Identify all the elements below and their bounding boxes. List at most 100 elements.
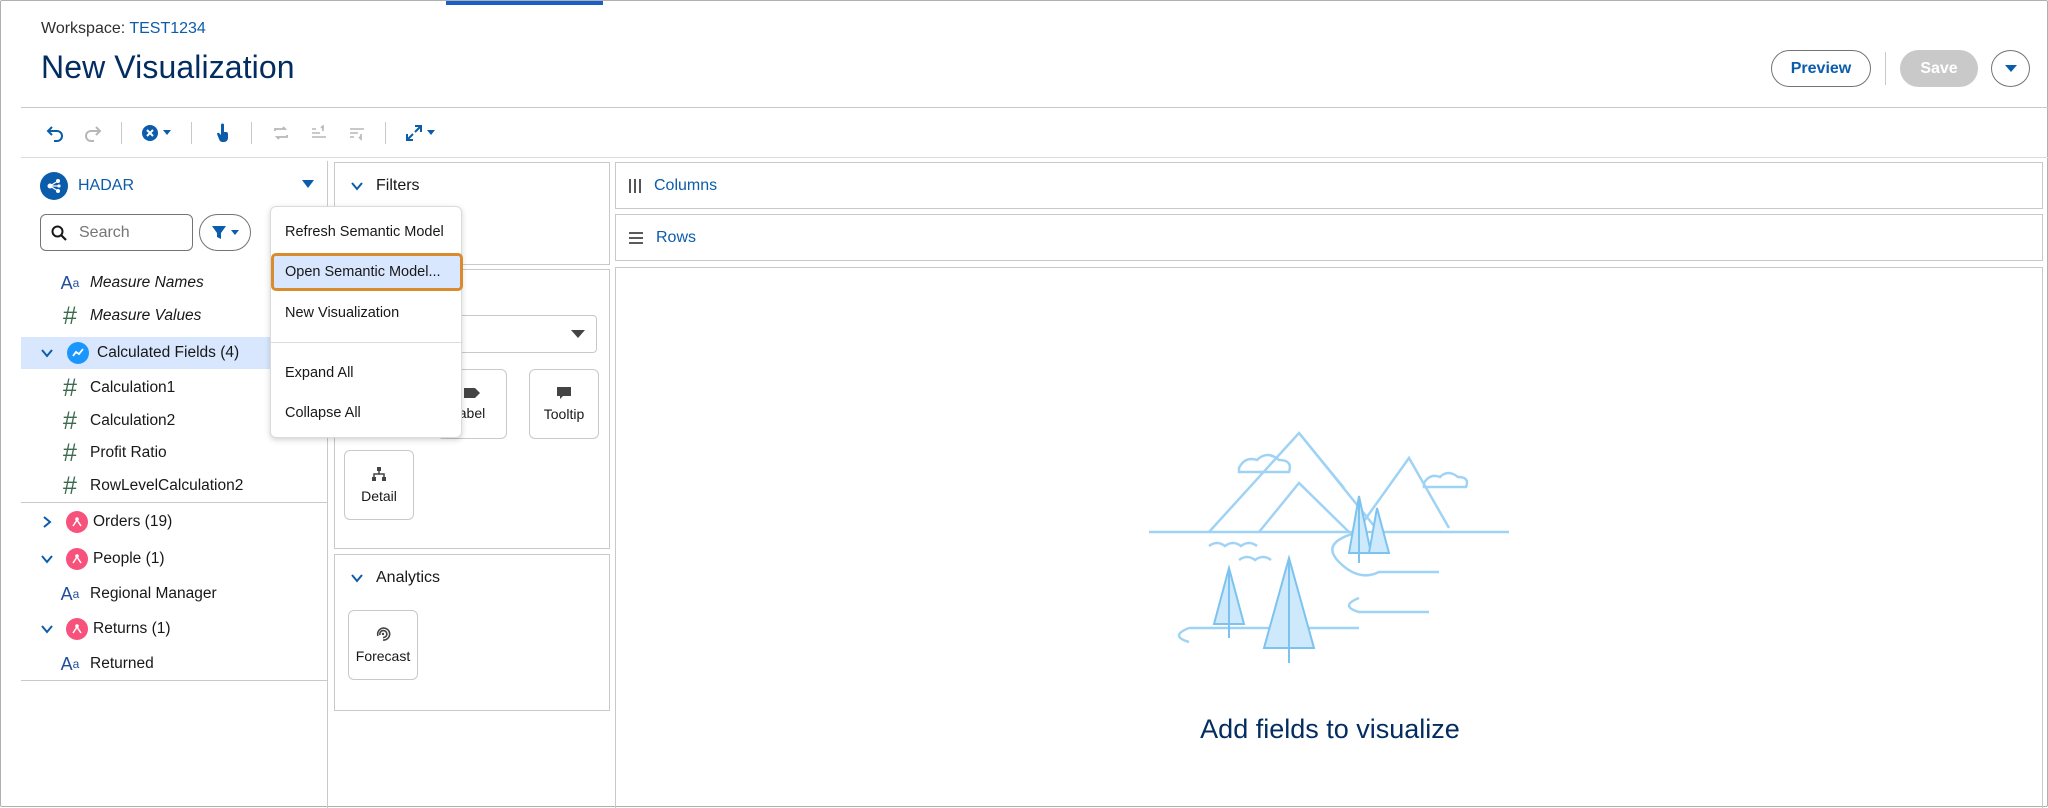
filters-title: Filters [376, 177, 420, 194]
active-tab-indicator [446, 1, 603, 5]
number-field-icon: # [63, 406, 77, 435]
redo-button[interactable] [81, 120, 105, 146]
field-label: Regional Manager [90, 585, 217, 602]
datasource-name: HADAR [78, 177, 135, 194]
number-field-icon: # [63, 301, 77, 330]
rows-shelf[interactable]: Rows [615, 214, 2043, 261]
sort-ascending-icon [312, 125, 326, 138]
chevron-down-icon [351, 182, 363, 191]
text-field-icon: Aa [60, 654, 80, 674]
menu-item-collapse-all[interactable]: Collapse All [271, 396, 463, 430]
toolbar-separator [251, 122, 252, 144]
toolbar-separator [121, 122, 122, 144]
group-returns[interactable]: Returns (1) [21, 614, 328, 644]
menu-item-expand-all[interactable]: Expand All [271, 356, 463, 390]
undo-icon [46, 126, 63, 142]
forecast-button[interactable]: Forecast [348, 610, 418, 680]
header-menu-button[interactable] [1991, 50, 2030, 87]
header-rule [21, 107, 2048, 108]
undo-button[interactable] [43, 120, 67, 146]
header-divider [1885, 52, 1886, 85]
filters-header[interactable]: Filters [350, 177, 420, 195]
fit-menu-button[interactable] [403, 120, 437, 146]
number-field-icon: # [63, 373, 77, 402]
caret-down-icon [427, 130, 435, 135]
search-input[interactable] [79, 223, 189, 242]
columns-shelf[interactable]: Columns [615, 162, 2043, 209]
semantic-model-icon [40, 172, 68, 200]
field-label: Returned [90, 655, 154, 672]
app-window: Workspace: TEST1234 New Visualization Pr… [0, 0, 2048, 808]
field-filter-button[interactable] [199, 214, 251, 251]
group-orders[interactable]: Orders (19) [21, 507, 328, 537]
workspace-link[interactable]: TEST1234 [129, 20, 205, 37]
toolbar-separator [191, 122, 192, 144]
rows-icon [629, 231, 643, 244]
group-label: Returns (1) [93, 620, 171, 637]
sort-descending-button[interactable] [345, 120, 369, 146]
forecast-icon [376, 627, 391, 641]
toolbar [21, 114, 2048, 152]
tooltip-icon [557, 387, 571, 399]
caret-down-icon[interactable] [302, 180, 314, 189]
group-divider [21, 680, 328, 681]
toolbar-rule [21, 157, 2048, 158]
page-title: New Visualization [41, 49, 295, 85]
chevron-down-icon [41, 625, 53, 634]
mark-detail-button[interactable]: Detail [344, 450, 414, 520]
number-field-icon: # [63, 471, 77, 500]
chevron-down-icon [351, 574, 363, 583]
chevron-right-icon [43, 516, 52, 528]
group-label: People (1) [93, 550, 165, 567]
analytics-header[interactable]: Analytics [350, 569, 440, 587]
calculated-field-icon [67, 342, 89, 364]
mark-button-label: Tooltip [543, 406, 585, 422]
field-rowlevelcalculation2[interactable]: # RowLevelCalculation2 [21, 471, 328, 501]
group-label: Orders (19) [93, 513, 173, 530]
field-label: Calculation1 [90, 379, 176, 396]
forecast-label: Forecast [355, 648, 411, 664]
pointer-hand-icon [217, 123, 228, 143]
group-people[interactable]: People (1) [21, 544, 328, 574]
empty-state-message: Add fields to visualize [1200, 714, 1460, 744]
sort-ascending-button[interactable] [307, 120, 331, 146]
field-label: Calculation2 [90, 412, 176, 429]
field-search [40, 214, 193, 251]
caret-down-icon [163, 130, 171, 135]
table-icon [66, 511, 88, 533]
swap-icon [274, 126, 288, 140]
menu-item-open-semantic-model[interactable]: Open Semantic Model... [271, 253, 463, 291]
field-returned[interactable]: Aa Returned [21, 649, 328, 679]
expand-icon [406, 125, 422, 141]
interact-button[interactable] [211, 120, 235, 146]
label-icon [464, 388, 480, 398]
columns-label: Columns [654, 176, 718, 194]
caret-down-icon [571, 330, 585, 338]
field-regional-manager[interactable]: Aa Regional Manager [21, 579, 328, 609]
columns-icon [629, 178, 641, 193]
text-field-icon: Aa [60, 584, 80, 604]
field-label: Profit Ratio [90, 444, 167, 461]
menu-item-new-visualization[interactable]: New Visualization [271, 296, 463, 330]
field-label: Measure Values [90, 307, 202, 324]
table-icon [66, 548, 88, 570]
datasource-selector[interactable]: HADAR [40, 171, 320, 201]
filter-icon [212, 225, 226, 239]
mark-button-label: Detail [361, 488, 397, 504]
search-icon [51, 225, 67, 241]
preview-button[interactable]: Preview [1771, 50, 1871, 87]
field-profit-ratio[interactable]: # Profit Ratio [21, 438, 328, 468]
clear-icon [142, 125, 158, 141]
group-label: Calculated Fields (4) [97, 344, 240, 361]
swap-button[interactable] [269, 120, 293, 146]
chevron-down-icon [41, 349, 53, 358]
clear-menu-button[interactable] [139, 120, 173, 146]
save-button[interactable]: Save [1900, 50, 1978, 87]
chevron-down-icon [2004, 64, 2017, 72]
menu-item-refresh-semantic-model[interactable]: Refresh Semantic Model [271, 215, 463, 249]
viz-canvas[interactable]: Add fields to visualize [615, 267, 2043, 808]
mark-tooltip-button[interactable]: Tooltip [529, 369, 599, 439]
group-divider [21, 502, 328, 503]
analytics-title: Analytics [376, 569, 441, 586]
workspace-breadcrumb: Workspace: TEST1234 [41, 20, 206, 38]
